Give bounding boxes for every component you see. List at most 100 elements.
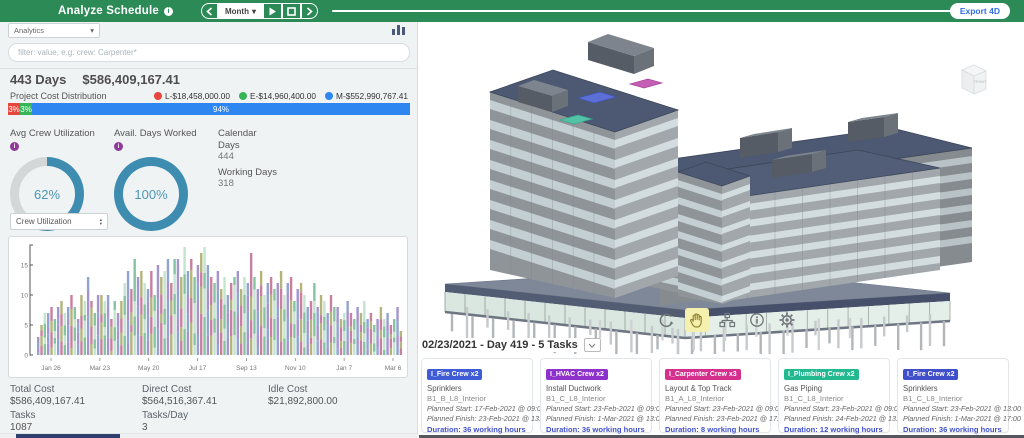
task-card[interactable]: I_Plumbing Crew x2 Gas Piping B1_C_L8_In…: [778, 358, 890, 433]
chevron-left-icon: [206, 7, 213, 16]
working-days-value: 318: [218, 178, 308, 190]
task-planned-finish: Planned Finish: 1-Mar-2021 @ 13:00: [546, 414, 646, 423]
cost-distribution-bar: 3%3%94%: [8, 103, 410, 115]
filter-input[interactable]: [8, 43, 410, 62]
pan-tool-button[interactable]: [685, 308, 709, 332]
info-icon[interactable]: i: [114, 142, 123, 151]
task-card[interactable]: I_HVAC Crew x2 Install Ductwork B1_C_L8_…: [540, 358, 652, 433]
stat-value: $21,892,800.00: [268, 396, 338, 408]
chevron-right-icon: [306, 7, 313, 16]
orbit-tool-button[interactable]: [655, 308, 679, 332]
summary-row: 443 Days $586,409,167.41: [10, 72, 180, 87]
hand-pan-icon: [688, 311, 706, 329]
stat-label: Tasks: [10, 410, 36, 422]
working-days-label: Working Days: [218, 167, 308, 179]
step-forward-button[interactable]: [301, 3, 318, 19]
view-cube[interactable]: FRONT: [953, 62, 993, 104]
chevron-down-icon: ▾: [90, 26, 94, 35]
stat-label: Total Cost: [10, 384, 85, 396]
task-duration: Duration: 12 working hours: [784, 425, 884, 434]
task-planned-start: Planned Start: 23-Feb-2021 @ 09:00: [665, 404, 765, 413]
select-arrows-icon: ▴▾: [100, 218, 102, 226]
top-toolbar: Analyze Schedule i Month▾ Export 4D: [0, 0, 1024, 22]
legend-dot-equipment: [239, 92, 247, 100]
cost-bar-segment: 94%: [32, 103, 410, 115]
legend-dot-material: [325, 92, 333, 100]
svg-text:0: 0: [24, 352, 28, 359]
tasks-collapse-button[interactable]: [584, 338, 601, 352]
cost-distribution-row: Project Cost Distribution L-$18,458,000.…: [10, 91, 410, 101]
svg-text:Jan 7: Jan 7: [336, 365, 352, 372]
hierarchy-tool-button[interactable]: [715, 308, 739, 332]
analytics-panel: Analytics ▾ 443 Days $586,409,167.41 Proj…: [0, 22, 418, 438]
chart-panel-icon[interactable]: [392, 24, 406, 35]
hierarchy-icon: [718, 311, 736, 329]
settings-tool-button[interactable]: [775, 308, 799, 332]
info-tool-button[interactable]: [745, 308, 769, 332]
stat-label: Tasks/Day: [142, 410, 188, 422]
timeline-slider[interactable]: [332, 10, 1008, 12]
crew-badge: I_Fire Crew x2: [903, 369, 958, 380]
analytics-mode-value: Analytics: [14, 26, 44, 35]
stop-icon: [287, 7, 296, 16]
task-duration: Duration: 36 working hours: [546, 425, 646, 434]
task-name: Sprinklers: [427, 384, 527, 393]
export-4d-button[interactable]: Export 4D: [950, 3, 1010, 19]
task-planned-start: Planned Start: 23-Feb-2021 @ 09:00: [546, 404, 646, 413]
task-name: Install Ductwork: [546, 384, 646, 393]
svg-text:Nov 10: Nov 10: [285, 365, 306, 372]
task-card[interactable]: I_Carpenter Crew x3 Layout & Top Track B…: [659, 358, 771, 433]
chevron-down-icon: [588, 343, 596, 348]
task-duration: Duration: 36 working hours: [903, 425, 1003, 434]
svg-text:10: 10: [21, 292, 29, 299]
crew-badge: I_Carpenter Crew x3: [665, 369, 741, 380]
task-planned-finish: Planned Finish: 1-Mar-2021 @ 17:00: [903, 414, 1003, 423]
task-card[interactable]: I_Fire Crew x2 Sprinklers B1_C_L8_Interi…: [897, 358, 1009, 433]
left-panel-scrollbar[interactable]: [0, 433, 418, 438]
building-mid-block: [678, 162, 750, 304]
calendar-summary: Calendar Days 444 Working Days 318: [218, 128, 308, 194]
cost-bar-segment: 3%: [20, 103, 32, 115]
task-location: B1_C_L8_Interior: [784, 394, 884, 403]
scrollbar-thumb[interactable]: [16, 434, 120, 438]
task-planned-start: Planned Start: 23-Feb-2021 @ 09:00: [784, 404, 884, 413]
task-duration: Duration: 8 working hours: [665, 425, 765, 434]
task-duration: Duration: 36 working hours: [427, 425, 527, 434]
task-planned-finish: Planned Finish: 23-Feb-2021 @ 13:00: [427, 414, 527, 423]
legend-material: M-$552,990,767.41: [336, 91, 408, 101]
crew-badge: I_HVAC Crew x2: [546, 369, 608, 380]
svg-text:May 20: May 20: [138, 365, 160, 372]
utilization-chart-card: 051015Jan 26Mar 23May 20Jul 17Sep 13Nov …: [8, 236, 408, 378]
stat-label: Idle Cost: [268, 384, 338, 396]
cost-legend: L-$18,458,000.00 E-$14,960,400.00 M-$552…: [154, 91, 408, 101]
interval-value: Month: [225, 7, 249, 16]
analyze-schedule-app: Analyze Schedule i Month▾ Export 4D: [0, 0, 1024, 438]
step-back-button[interactable]: [201, 3, 218, 19]
stat-value: $564,516,367.41: [142, 396, 217, 408]
task-location: B1_C_L8_Interior: [546, 394, 646, 403]
donut-avail-days-worked: 100%: [114, 157, 188, 231]
tasks-header: 02/23/2021 - Day 419 - 5 Tasks: [422, 338, 607, 352]
stop-button[interactable]: [282, 3, 301, 19]
legend-labor: L-$18,458,000.00: [165, 91, 230, 101]
viewer-toolbar: [655, 308, 799, 332]
task-planned-start: Planned Start: 23-Feb-2021 @ 13:00: [903, 404, 1003, 413]
stat-label: Direct Cost: [142, 384, 217, 396]
play-icon: [268, 7, 277, 16]
utilization-bar-chart[interactable]: 051015Jan 26Mar 23May 20Jul 17Sep 13Nov …: [9, 237, 407, 377]
crew-badge: I_Plumbing Crew x2: [784, 369, 859, 380]
divider: [0, 68, 418, 69]
cost-bar-segment: 3%: [8, 103, 20, 115]
gear-icon: [778, 311, 796, 329]
svg-text:5: 5: [24, 322, 28, 329]
task-planned-finish: Planned Finish: 24-Feb-2021 @ 13:00: [784, 414, 884, 423]
analytics-mode-select[interactable]: Analytics ▾: [8, 23, 100, 38]
play-button[interactable]: [263, 3, 282, 19]
title-info-icon[interactable]: i: [164, 7, 173, 16]
info-icon[interactable]: i: [10, 142, 19, 151]
task-location: B1_C_L8_Interior: [903, 394, 1003, 403]
legend-dot-labor: [154, 92, 162, 100]
metric-select[interactable]: Crew Utilization ▴▾: [10, 213, 108, 230]
interval-dropdown[interactable]: Month▾: [218, 3, 263, 19]
task-card[interactable]: I_Fire Crew x2 Sprinklers B1_B_L8_Interi…: [421, 358, 533, 433]
